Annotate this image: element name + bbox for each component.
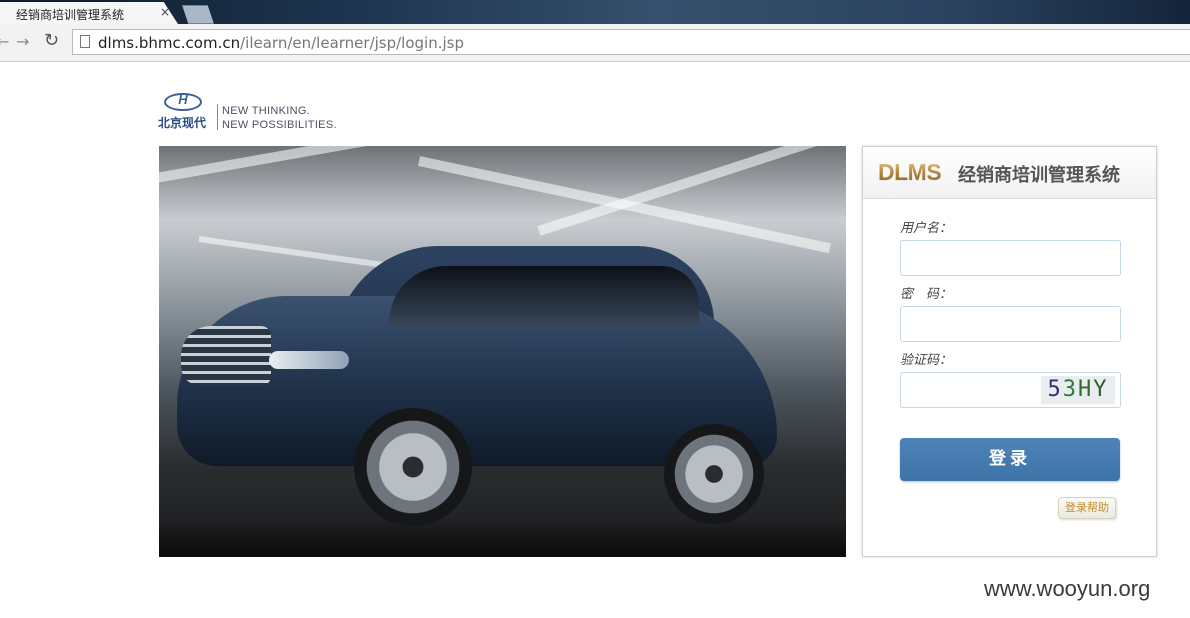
login-panel: DLMS 经销商培训管理系统 用户名： 密 码： 验证码： 53HY 登录 登录… bbox=[862, 146, 1157, 557]
car-headlight bbox=[269, 351, 349, 369]
brand-logo: 北京现代 NEW THINKING. NEW POSSIBILITIES. bbox=[158, 92, 358, 132]
login-help-link[interactable]: 登录帮助 bbox=[1058, 497, 1116, 519]
browser-tab[interactable]: 经销商培训管理系统 × bbox=[0, 2, 178, 24]
captcha-label: 验证码： bbox=[900, 353, 953, 368]
tagline-line2: NEW POSSIBILITIES. bbox=[222, 119, 337, 131]
hero-car-image bbox=[159, 146, 846, 557]
hyundai-emblem-icon bbox=[164, 92, 202, 111]
login-panel-header: DLMS 经销商培训管理系统 bbox=[863, 147, 1156, 199]
car-window bbox=[389, 266, 699, 328]
dlms-logo: DLMS bbox=[878, 159, 942, 185]
car-grille bbox=[181, 326, 271, 386]
road bbox=[159, 517, 846, 557]
browser-tab-strip: 经销商培训管理系统 × bbox=[0, 0, 1190, 24]
forward-arrow-icon[interactable]: → bbox=[16, 32, 29, 51]
watermark: www.wooyun.org bbox=[984, 576, 1151, 601]
car-front-wheel bbox=[354, 408, 472, 526]
close-icon[interactable]: × bbox=[160, 5, 170, 19]
url-host: dlms.bhmc.com.cn bbox=[98, 34, 241, 52]
brand-name-cn: 北京现代 bbox=[158, 116, 207, 130]
back-arrow-icon[interactable]: ← bbox=[0, 32, 9, 51]
login-button[interactable]: 登录 bbox=[900, 438, 1120, 481]
captcha-char: Y bbox=[1093, 377, 1109, 402]
system-title: 经销商培训管理系统 bbox=[958, 165, 1120, 186]
car-rear-wheel bbox=[664, 424, 764, 524]
username-label: 用户名： bbox=[900, 221, 953, 236]
reload-icon[interactable]: ↻ bbox=[44, 30, 59, 51]
url-text[interactable]: dlms.bhmc.com.cn/ilearn/en/learner/jsp/l… bbox=[98, 34, 464, 52]
page-icon bbox=[80, 35, 90, 48]
captcha-char: H bbox=[1078, 377, 1094, 402]
tagline-line1: NEW THINKING. bbox=[222, 105, 311, 117]
captcha-field[interactable]: 53HY bbox=[900, 372, 1121, 408]
new-tab-button[interactable] bbox=[182, 5, 214, 24]
browser-toolbar: ← → ↻ dlms.bhmc.com.cn/ilearn/en/learner… bbox=[0, 24, 1190, 62]
address-bar[interactable]: dlms.bhmc.com.cn/ilearn/en/learner/jsp/l… bbox=[72, 29, 1190, 55]
brand-tagline: NEW THINKING. NEW POSSIBILITIES. bbox=[222, 104, 337, 132]
username-field[interactable] bbox=[900, 240, 1121, 276]
brand-divider bbox=[217, 104, 218, 130]
captcha-char: 5 bbox=[1047, 377, 1063, 402]
tab-title: 经销商培训管理系统 bbox=[16, 8, 125, 22]
captcha-image[interactable]: 53HY bbox=[1041, 376, 1115, 404]
captcha-char: 3 bbox=[1062, 377, 1078, 402]
password-field[interactable] bbox=[900, 306, 1121, 342]
password-label: 密 码： bbox=[900, 287, 953, 302]
url-path: /ilearn/en/learner/jsp/login.jsp bbox=[240, 34, 464, 52]
